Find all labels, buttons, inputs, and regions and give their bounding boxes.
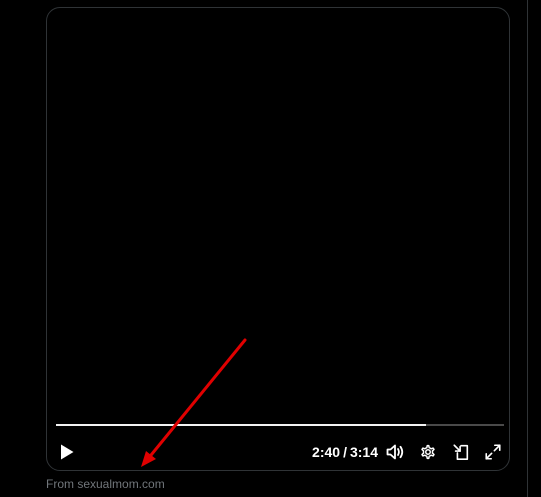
volume-button[interactable] — [383, 438, 407, 466]
column-divider — [527, 0, 528, 497]
page: 2:40 / 3:14 From sexualmom.com — [0, 0, 541, 497]
settings-button[interactable] — [416, 438, 440, 466]
picture-in-picture-button[interactable] — [449, 438, 473, 466]
progress-bar-fill — [56, 424, 427, 426]
picture-in-picture-icon — [453, 444, 469, 461]
expand-icon — [485, 444, 501, 460]
duration: 3:14 — [349, 444, 378, 460]
play-icon — [61, 444, 74, 460]
gear-icon — [421, 444, 435, 460]
progress-bar[interactable] — [56, 424, 504, 426]
time-separator: / — [343, 444, 347, 460]
source-link[interactable]: From sexualmom.com — [46, 477, 165, 491]
video-player[interactable]: 2:40 / 3:14 — [46, 7, 510, 471]
current-time: 2:40 — [312, 444, 341, 460]
player-controls: 2:40 / 3:14 — [47, 438, 509, 466]
time-display: 2:40 / 3:14 — [302, 438, 378, 466]
play-button[interactable] — [55, 438, 79, 466]
fullscreen-button[interactable] — [481, 438, 505, 466]
volume-icon — [386, 444, 404, 460]
